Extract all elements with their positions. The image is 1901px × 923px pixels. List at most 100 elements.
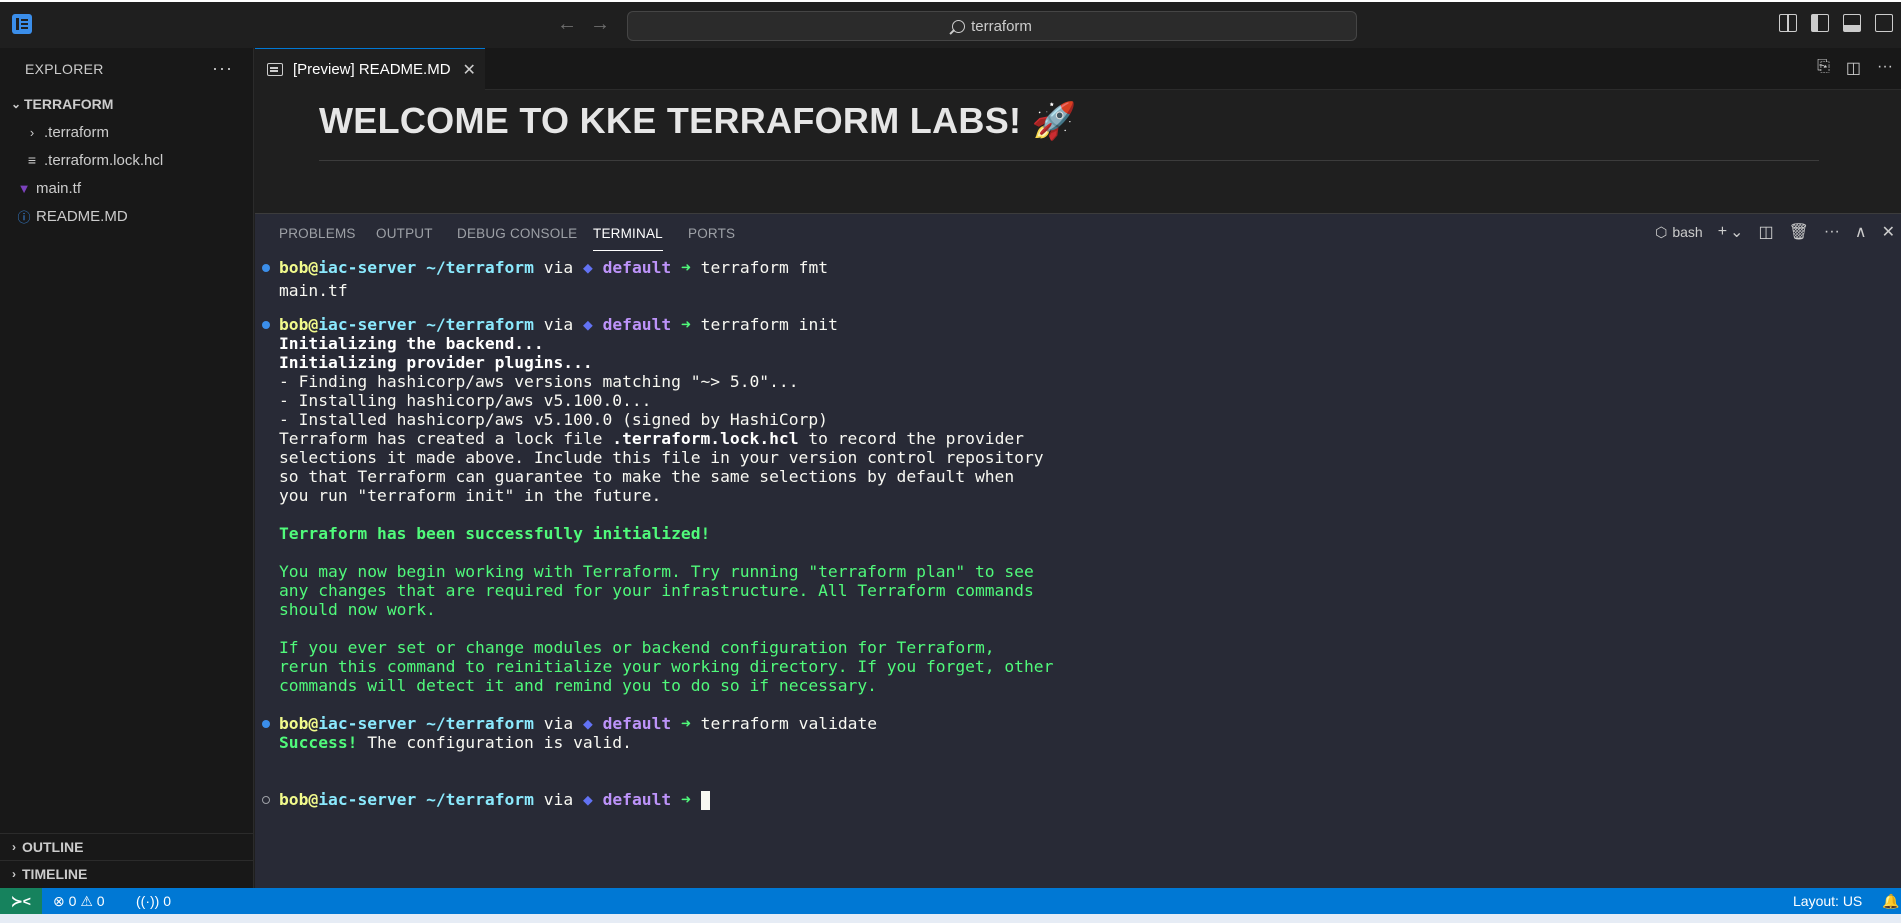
status-bar: ≻< ⊗ 0 ⚠ 0 ((·)) 0 Layout: US 🔔 [0, 888, 1901, 914]
terminal-output[interactable]: bob@iac-server ~/terraform via ◆ default… [255, 254, 1901, 889]
remote-indicator-icon[interactable]: ≻< [0, 888, 42, 914]
outline-label: OUTLINE [22, 839, 84, 855]
os-taskbar-strip [0, 914, 1901, 923]
terminal-icon: ⬡ [1655, 223, 1668, 240]
output-line: You may now begin working with Terraform… [279, 562, 1034, 581]
terminal-actions: ⬡ bash + ⌄ ◫ 🗑 ··· ∧ ✕ [1655, 222, 1901, 242]
add-terminal-icon[interactable]: + [1718, 223, 1727, 241]
close-panel-icon[interactable]: ✕ [1882, 222, 1895, 242]
maximize-panel-icon[interactable]: ∧ [1855, 222, 1867, 242]
tree-item-terraform-folder[interactable]: › .terraform [0, 118, 253, 146]
ports-count: 0 [163, 893, 171, 909]
broadcast-icon: ((·)) [136, 893, 160, 909]
tab-ports[interactable]: PORTS [688, 226, 735, 241]
heading-divider [319, 160, 1819, 161]
warning-icon: ⚠ [80, 893, 93, 909]
chevron-down-icon: ⌄ [10, 97, 22, 111]
error-icon: ⊗ [53, 893, 65, 909]
editor-actions: ⎘ ◫ ··· [1817, 58, 1901, 78]
output-line: so that Terraform can guarantee to make … [279, 467, 1015, 486]
terminal-cursor [700, 791, 710, 810]
preview-icon [267, 63, 283, 76]
command-decoration-icon[interactable] [262, 720, 270, 728]
toggle-secondary-sidebar-icon[interactable] [1875, 14, 1893, 32]
tab-output[interactable]: OUTPUT [376, 226, 433, 241]
close-icon[interactable]: ✕ [463, 60, 476, 80]
output-line: should now work. [279, 600, 436, 619]
prompt-line: bob@iac-server ~/terraform via ◆ default… [279, 790, 710, 810]
outline-section[interactable]: › OUTLINE [0, 833, 254, 860]
keyboard-layout-status[interactable]: Layout: US [1793, 888, 1862, 914]
error-count: 0 [68, 893, 77, 909]
editor-area: [Preview] README.MD ✕ ⎘ ◫ ··· WELCOME TO… [255, 48, 1901, 888]
folder-root-terraform[interactable]: ⌄ TERRAFORM [0, 90, 253, 118]
prompt-line: bob@iac-server ~/terraform via ◆ default… [279, 315, 838, 334]
forward-arrow-icon[interactable]: → [589, 13, 611, 35]
command-decoration-icon[interactable] [262, 796, 270, 804]
markdown-preview: WELCOME TO KKE TERRAFORM LABS! 🚀 [255, 90, 1901, 212]
bell-icon[interactable]: 🔔 [1882, 888, 1899, 914]
tab-debug-console[interactable]: DEBUG CONSOLE [457, 226, 577, 241]
ports-status[interactable]: ((·)) 0 [136, 888, 171, 914]
more-actions-icon[interactable]: ··· [212, 58, 233, 79]
output-line: Terraform has been successfully initiali… [279, 524, 711, 543]
command-text: terraform validate [700, 714, 878, 733]
timeline-section[interactable]: › TIMELINE [0, 860, 254, 887]
back-arrow-icon[interactable]: ← [556, 13, 578, 35]
title-bar: ← → terraform [0, 0, 1901, 48]
tree-item-readme[interactable]: ⓘ README.MD [0, 202, 253, 230]
bottom-panel: PROBLEMS OUTPUT DEBUG CONSOLE TERMINAL P… [255, 213, 1901, 888]
tab-terminal[interactable]: TERMINAL [593, 226, 663, 251]
output-line: rerun this command to reinitialize your … [279, 657, 1054, 676]
output-line: any changes that are required for your i… [279, 581, 1034, 600]
command-text: terraform fmt [700, 258, 829, 277]
output-line: selections it made above. Include this f… [279, 448, 1044, 467]
command-decoration-icon[interactable] [262, 264, 270, 272]
search-icon [952, 19, 966, 33]
output-line: Terraform has created a lock file .terra… [279, 429, 1024, 448]
tree-item-lock-file[interactable]: ≡ .terraform.lock.hcl [0, 146, 253, 174]
output-line: - Finding hashicorp/aws versions matchin… [279, 372, 799, 391]
app-icon[interactable] [12, 14, 32, 34]
split-editor-icon[interactable]: ◫ [1846, 58, 1861, 78]
command-decoration-icon[interactable] [262, 321, 270, 329]
preview-heading: WELCOME TO KKE TERRAFORM LABS! 🚀 [319, 100, 1077, 141]
info-icon: ⓘ [17, 209, 31, 225]
folder-label: TERRAFORM [24, 96, 114, 112]
trash-icon[interactable]: 🗑 [1789, 222, 1809, 242]
panel-tabs: PROBLEMS OUTPUT DEBUG CONSOLE TERMINAL P… [255, 214, 1901, 254]
terminal-shell-selector[interactable]: ⬡ bash [1655, 224, 1703, 241]
chevron-down-icon[interactable]: ⌄ [1730, 222, 1743, 242]
more-actions-icon[interactable]: ··· [1824, 223, 1840, 241]
customize-layout-icon[interactable] [1779, 14, 1797, 32]
more-actions-icon[interactable]: ··· [1877, 58, 1893, 78]
split-terminal-icon[interactable]: ◫ [1758, 222, 1773, 242]
tree-item-main-tf[interactable]: ▼ main.tf [0, 174, 253, 202]
warning-count: 0 [96, 893, 105, 909]
tab-problems[interactable]: PROBLEMS [279, 226, 356, 241]
explorer-title: EXPLORER [25, 61, 104, 77]
problems-status[interactable]: ⊗ 0 ⚠ 0 [53, 888, 105, 914]
vscode-window: ← → terraform EXPLORER ··· ⌄ TERRAFORM ›… [0, 0, 1901, 923]
output-line: Initializing the backend... [279, 334, 544, 353]
tree-item-label: main.tf [36, 179, 82, 197]
output-line: main.tf [279, 281, 348, 300]
output-line: If you ever set or change modules or bac… [279, 638, 995, 657]
timeline-label: TIMELINE [22, 866, 88, 882]
tab-readme-preview[interactable]: [Preview] README.MD ✕ [255, 48, 485, 90]
output-line: Initializing provider plugins... [279, 353, 593, 372]
file-lines-icon: ≡ [27, 152, 37, 168]
shell-label: bash [1672, 224, 1703, 240]
terraform-icon: ▼ [17, 180, 31, 196]
toggle-panel-icon[interactable] [1843, 14, 1861, 32]
explorer-sidebar: EXPLORER ··· ⌄ TERRAFORM › .terraform ≡ … [0, 48, 254, 888]
chevron-right-icon: › [29, 124, 35, 140]
prompt-line: bob@iac-server ~/terraform via ◆ default… [279, 258, 829, 277]
tree-item-label: .terraform [44, 123, 110, 141]
layout-controls [1779, 14, 1901, 32]
command-center-search[interactable]: terraform [627, 11, 1357, 41]
toggle-primary-sidebar-icon[interactable] [1811, 14, 1829, 32]
tab-label: [Preview] README.MD [293, 61, 451, 78]
tree-item-label: .terraform.lock.hcl [44, 151, 164, 169]
open-source-icon[interactable]: ⎘ [1817, 58, 1830, 78]
